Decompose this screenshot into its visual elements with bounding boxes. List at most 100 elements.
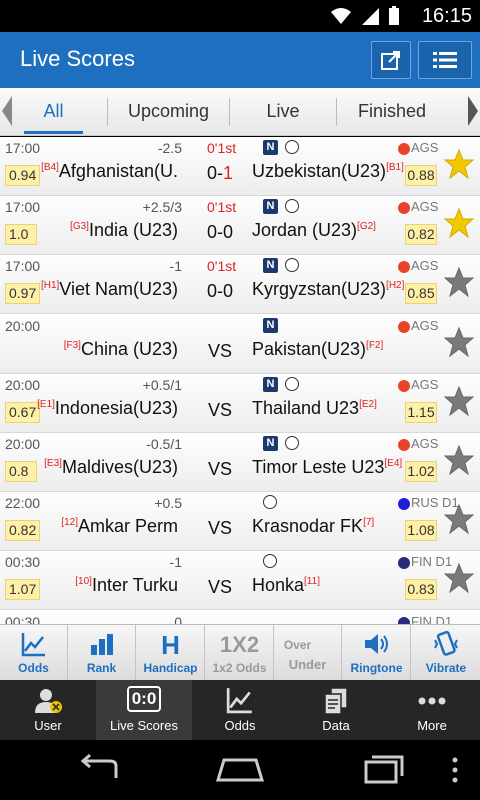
recent-apps-icon[interactable]	[350, 752, 410, 788]
home-team-name: Afghanistan(U.	[58, 161, 178, 181]
home-team-name: Indonesia(U23)	[54, 397, 178, 418]
match-row[interactable]: 20:00 +0.5/1 N AGS 0.67 1.15 [E1]Indonesia(U23…	[0, 373, 480, 433]
nav-label: Data	[322, 718, 350, 733]
nav-more[interactable]: More	[384, 680, 480, 740]
favorite-star-icon[interactable]	[444, 563, 474, 594]
away-odds: 1.15	[405, 401, 437, 423]
home-team-name: Inter Turku	[91, 575, 178, 596]
score-part: 0	[223, 222, 234, 243]
list-view-button[interactable]	[418, 41, 472, 79]
favorite-star-icon[interactable]	[444, 267, 474, 298]
favorite-star-icon[interactable]	[444, 326, 474, 357]
league-dot-icon	[398, 616, 410, 624]
match-row[interactable]: 20:00 -0.5/1 N AGS 0.8 1.02 [E3]Maldives(U23) T…	[0, 433, 480, 492]
list-icon	[433, 52, 457, 68]
nav-data[interactable]: Data	[288, 680, 384, 740]
nav-label: More	[417, 718, 447, 733]
away-rank: [E2]	[359, 398, 377, 410]
tab-live[interactable]: Live	[230, 88, 336, 134]
nav-live-scores[interactable]: 0:0 Live Scores	[96, 680, 192, 740]
match-row[interactable]: 22:00 +0.5 RUS D1 0.82 1.08 [12]Amkar Perm Kra…	[0, 492, 480, 552]
handicap-value: -1	[169, 258, 182, 275]
tool-label: 1x2 Odds	[212, 661, 267, 675]
away-rank: [G2]	[357, 221, 376, 233]
away-team-name: Krasnodar FK	[252, 516, 364, 537]
documents-icon	[324, 687, 348, 715]
away-team-name: Honka	[252, 575, 305, 596]
home-team: [B4]Afghanistan(U.	[41, 161, 178, 182]
match-list: 17:00 -2.5 0'1st N AGS 0.94 0.88 [B4]Afghanista…	[0, 137, 480, 624]
odds-tool-button[interactable]: Odds	[0, 625, 68, 681]
tab-all[interactable]: All	[0, 88, 107, 134]
nav-user[interactable]: User	[0, 680, 96, 740]
handicap-tool-button[interactable]: H Handicap	[137, 625, 205, 681]
away-team: Thailand U23[E2]	[252, 398, 377, 419]
away-team-name: Kyrgyzstan(U23)	[252, 279, 387, 300]
more-icon	[418, 697, 446, 705]
home-team-name: India (U23)	[88, 220, 178, 241]
home-team: [G3]India (U23)	[70, 220, 178, 241]
match-row[interactable]: 17:00 -2.5 0'1st N AGS 0.94 0.88 [B4]Afghanista…	[0, 137, 480, 196]
chart-icon	[226, 688, 252, 714]
away-team: Uzbekistan(U23)[B1]	[252, 161, 404, 182]
away-team-name: Pakistan(U23)	[252, 338, 367, 359]
match-row[interactable]: 00:30 -1 FIN D1 1.07 0.83 [10]Inter Turku Honk…	[0, 551, 480, 611]
handicap-value: 0	[174, 613, 182, 624]
match-time: 22:00	[5, 495, 41, 512]
home-team: [H1]Viet Nam(U23)	[41, 279, 178, 300]
favorite-star-icon[interactable]	[444, 504, 474, 535]
match-time: 20:00	[5, 317, 41, 334]
tab-upcoming[interactable]: Upcoming	[108, 88, 229, 134]
nav-label: User	[34, 718, 62, 733]
neutral-venue-badge: N	[263, 140, 278, 155]
wifi-icon	[331, 8, 351, 24]
favorite-star-icon[interactable]	[444, 385, 474, 416]
ringtone-tool-button[interactable]: Ringtone	[343, 625, 411, 681]
away-odds: 0.88	[405, 165, 437, 186]
overflow-menu-icon[interactable]	[440, 752, 470, 788]
home-rank: [F3]	[63, 339, 81, 351]
back-icon[interactable]	[70, 752, 130, 788]
match-minute: 0'1st	[207, 199, 237, 216]
signal-icon	[362, 8, 379, 25]
match-score: VS	[207, 459, 232, 479]
match-row[interactable]: 17:00 -1 0'1st N AGS 0.97 0.85 [H1]Viet Nam(U23…	[0, 255, 480, 315]
share-button[interactable]	[371, 41, 411, 79]
status-bar: 16:15	[0, 0, 480, 32]
ball-icon	[285, 436, 299, 450]
match-time: 00:30	[5, 554, 41, 571]
rank-tool-button[interactable]: Rank	[68, 625, 136, 681]
home-team: [12]Amkar Perm	[61, 516, 178, 537]
away-team-name: Uzbekistan(U23)	[252, 161, 387, 181]
match-row[interactable]: 17:00 +2.5/3 0'1st N AGS 1.0 0.82 [G3]India (U2…	[0, 196, 480, 256]
favorite-star-icon[interactable]	[444, 208, 474, 239]
battery-icon	[389, 6, 399, 25]
away-team: Timor Leste U23[E4]	[252, 457, 402, 478]
speaker-icon	[364, 634, 388, 654]
match-time: 17:00	[5, 199, 41, 216]
home-icon[interactable]	[210, 752, 270, 788]
chart-icon	[21, 633, 45, 657]
over-under-tool-button[interactable]: Over Under	[274, 625, 342, 681]
1x2-odds-tool-button[interactable]: 1X2 1x2 Odds	[206, 625, 274, 681]
score-part: 0	[223, 281, 234, 302]
match-time: 20:00	[5, 436, 41, 452]
user-icon	[35, 689, 62, 713]
tab-finished[interactable]: Finished	[337, 88, 447, 134]
scroll-right-icon[interactable]	[466, 94, 480, 128]
nav-odds[interactable]: Odds	[192, 680, 288, 740]
home-team: [E3]Maldives(U23)	[44, 457, 178, 478]
league-name: AGS	[411, 317, 439, 333]
ball-icon	[285, 376, 299, 391]
ball-icon	[285, 140, 299, 154]
match-row[interactable]: 20:00 N AGS [F3]China (U23) Pakistan(U23)[F2…	[0, 314, 480, 374]
match-row[interactable]: 00:30 0 FIN D1	[0, 610, 480, 624]
favorite-star-icon[interactable]	[444, 445, 474, 475]
home-odds: 0.67	[5, 401, 41, 423]
home-team: [10]Inter Turku	[75, 575, 178, 596]
favorite-star-icon[interactable]	[444, 149, 474, 179]
1x2-icon: 1X2	[219, 632, 260, 657]
vibrate-tool-button[interactable]: Vibrate	[412, 625, 480, 681]
league-dot-icon	[398, 439, 410, 451]
home-rank: [E3]	[44, 458, 62, 469]
